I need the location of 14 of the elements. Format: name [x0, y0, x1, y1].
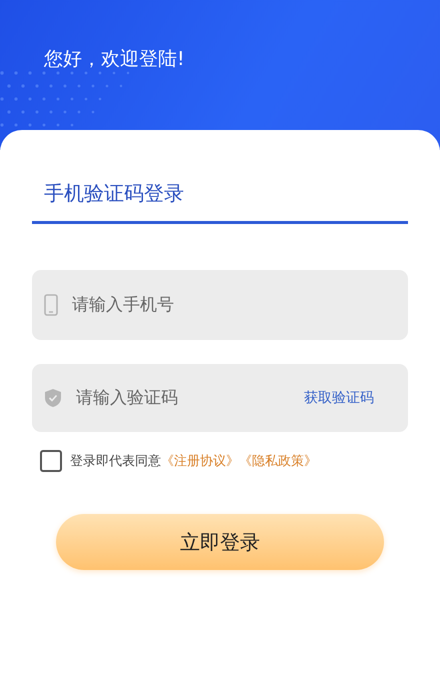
input-field[interactable]: 请输入手机号: [32, 270, 408, 340]
agreement-link[interactable]: 《隐私政策》: [239, 452, 317, 470]
login-button[interactable]: 立即登录: [56, 514, 384, 570]
text-input[interactable]: 请输入手机号: [70, 294, 396, 316]
greeting-text: 您好，欢迎登陆!: [44, 47, 185, 72]
input-field[interactable]: 请输入验证码 获取验证码: [32, 364, 408, 432]
login-tab[interactable]: 手机验证码登录: [32, 180, 408, 224]
agreement-link[interactable]: 《注册协议》: [161, 452, 239, 470]
phone-icon: [44, 294, 58, 316]
agreement-text: 登录即代表同意: [70, 453, 161, 470]
shield-check-icon: [44, 388, 62, 408]
text-input[interactable]: 请输入验证码: [74, 387, 292, 409]
get-code-button[interactable]: 获取验证码: [304, 389, 396, 407]
agreement-checkbox[interactable]: [40, 450, 62, 472]
